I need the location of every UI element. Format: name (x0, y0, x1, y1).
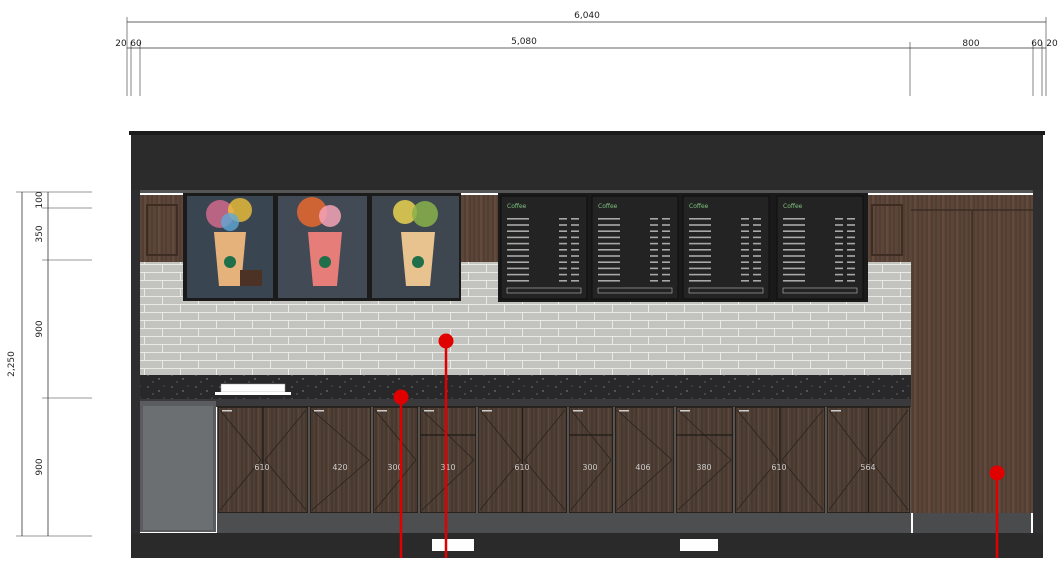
cabinet-group: 610 420 300 310 610 300 406 380 610 564 (217, 406, 911, 514)
dim-h-a: 100 (35, 191, 45, 208)
menu-board-title: Coffee (689, 203, 709, 210)
menu-board-1: Coffee (500, 195, 588, 300)
cabinet-width-label: 310 (440, 463, 455, 472)
poster-group (183, 193, 461, 301)
right-base (913, 513, 1031, 533)
menu-board-3: Coffee (682, 195, 770, 300)
menu-board-title: Coffee (598, 203, 618, 210)
counter-sign (220, 383, 286, 393)
dim-h-b: 350 (35, 225, 45, 242)
poster-3 (372, 196, 459, 298)
left-dimensions: 2,250 100 350 900 900 (7, 191, 92, 537)
cabinet-4: 310 (419, 406, 477, 514)
cabinet-10: 564 (826, 406, 911, 514)
marker-2 (393, 389, 409, 405)
dim-right-b: 20 (1046, 39, 1058, 49)
right-column (1033, 190, 1043, 536)
cabinet-3: 300 (372, 406, 419, 514)
top-dimensions: 6,040 20 60 5,080 800 60 20 (115, 11, 1058, 96)
cabinet-5: 610 (477, 406, 568, 514)
cabinet-1: 610 (217, 406, 309, 514)
menu-board-4: Coffee (776, 195, 864, 300)
cabinet-9: 610 (734, 406, 826, 514)
cabinet-plinth (217, 513, 911, 533)
elevation-svg: 6,040 20 60 5,080 800 60 20 2,250 100 35… (7, 11, 1058, 558)
floor-tag-2 (680, 539, 718, 551)
menu-board-2: Coffee (591, 195, 679, 300)
dim-total-height: 2,250 (7, 351, 17, 377)
menu-board-title: Coffee (507, 203, 527, 210)
cabinet-6: 300 (568, 406, 614, 514)
cabinet-width-label: 610 (254, 463, 269, 472)
dim-main: 5,080 (511, 37, 537, 47)
dim-left-a: 20 (115, 39, 127, 49)
dim-h-d: 900 (35, 458, 45, 475)
cabinet-width-label: 610 (771, 463, 786, 472)
cabinet-width-label: 564 (860, 463, 875, 472)
elevation-drawing: 6,040 20 60 5,080 800 60 20 2,250 100 35… (0, 0, 1059, 558)
cabinet-width-label: 420 (332, 463, 347, 472)
cabinet-width-label: 406 (635, 463, 650, 472)
cabinet-width-label: 300 (582, 463, 597, 472)
left-column (131, 190, 140, 536)
cabinet-8: 380 (675, 406, 734, 514)
poster-2 (278, 196, 367, 298)
dim-right-a: 60 (1031, 39, 1043, 49)
dim-h-c: 900 (35, 320, 45, 337)
cabinet-width-label: 380 (696, 463, 711, 472)
dim-left-b: 60 (130, 39, 142, 49)
cabinet-width-label: 610 (514, 463, 529, 472)
dim-total-width: 6,040 (574, 11, 600, 21)
marker-1 (438, 333, 454, 349)
menu-board-title: Coffee (783, 203, 803, 210)
cabinet-2: 420 (309, 406, 372, 514)
poster-1 (187, 196, 273, 298)
marker-3 (989, 465, 1005, 481)
cabinet-7: 406 (614, 406, 675, 514)
menu-board-group: Coffee Coffee Coffee Coffee (498, 193, 868, 302)
dim-right-main: 800 (962, 39, 979, 49)
floor-tag-1 (432, 539, 474, 551)
floor-base (131, 533, 1043, 558)
header-fascia (131, 135, 1043, 190)
